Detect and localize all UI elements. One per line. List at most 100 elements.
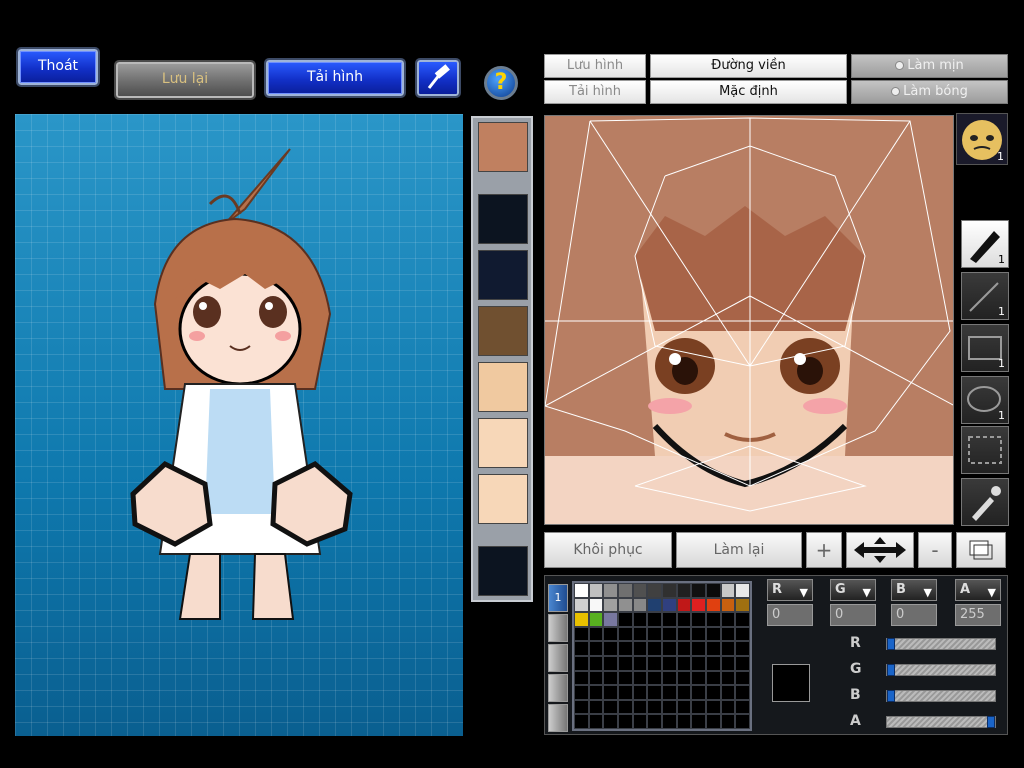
palette-tab-5[interactable] [548,704,568,732]
palette-swatch[interactable] [618,656,633,671]
palette-swatch[interactable] [618,597,633,613]
palette-swatch[interactable] [691,699,706,715]
palette-swatch[interactable] [691,656,706,671]
palette-swatch[interactable] [603,583,618,598]
hammer-tool-button[interactable] [415,58,461,98]
palette-swatch[interactable] [691,597,706,613]
palette-swatch[interactable] [647,699,662,715]
palette-swatch[interactable] [574,583,589,598]
palette-swatch[interactable] [647,670,662,686]
palette-swatch[interactable] [706,612,721,627]
palette-swatch[interactable] [588,641,604,656]
save-image-button[interactable]: Lưu hình [544,54,646,78]
palette-swatch[interactable] [574,685,589,700]
palette-swatch[interactable] [706,685,721,700]
palette-swatch[interactable] [632,670,648,686]
palette-swatch[interactable] [706,670,721,686]
palette-swatch[interactable] [676,685,692,700]
palette-swatch[interactable] [603,597,618,613]
palette-swatch[interactable] [662,670,677,686]
zoom-in-button[interactable]: + [806,532,842,568]
restore-button[interactable]: Khôi phục [544,532,672,568]
palette-swatch[interactable] [676,612,692,627]
slider-knob[interactable] [887,638,895,650]
palette-swatch[interactable] [735,612,750,627]
palette-swatch[interactable] [662,612,677,627]
palette-swatch[interactable] [618,714,633,729]
palette-swatch[interactable] [706,699,721,715]
palette-swatch[interactable] [632,626,648,642]
palette-swatch[interactable] [647,597,662,613]
green-channel-select[interactable]: G ▼ [830,579,876,601]
pixel-editor-canvas[interactable] [544,115,954,525]
palette-swatch[interactable] [603,699,618,715]
palette-swatch[interactable] [588,699,604,715]
palette-swatch[interactable] [676,597,692,613]
load-image-button[interactable]: Tải hình [264,58,406,98]
move-button[interactable] [846,532,914,568]
green-slider[interactable] [886,664,996,676]
palette-tab-4[interactable] [548,674,568,702]
shade-radio[interactable]: Làm bóng [851,80,1008,104]
color-palette-grid[interactable] [572,581,752,731]
slider-knob[interactable] [887,664,895,676]
palette-swatch[interactable] [735,714,750,729]
part-slot-empty[interactable] [478,194,528,244]
palette-swatch[interactable] [691,670,706,686]
palette-swatch[interactable] [662,597,677,613]
blue-value-field[interactable]: 0 [891,604,937,626]
palette-swatch[interactable] [588,597,604,613]
palette-swatch[interactable] [647,641,662,656]
palette-swatch[interactable] [574,656,589,671]
palette-swatch[interactable] [618,641,633,656]
palette-tab-3[interactable] [548,644,568,672]
palette-swatch[interactable] [632,641,648,656]
palette-swatch[interactable] [676,583,692,598]
palette-swatch[interactable] [632,612,648,627]
palette-swatch[interactable] [676,670,692,686]
palette-swatch[interactable] [632,656,648,671]
palette-swatch[interactable] [691,685,706,700]
palette-swatch[interactable] [588,583,604,598]
palette-swatch[interactable] [574,612,589,627]
palette-swatch[interactable] [647,685,662,700]
palette-swatch[interactable] [720,685,736,700]
palette-swatch[interactable] [676,714,692,729]
palette-swatch[interactable] [691,626,706,642]
save-button[interactable]: Lưu lại [114,60,256,100]
palette-swatch[interactable] [691,641,706,656]
palette-swatch[interactable] [647,626,662,642]
palette-swatch[interactable] [706,714,721,729]
palette-swatch[interactable] [588,714,604,729]
slider-knob[interactable] [987,716,995,728]
palette-swatch[interactable] [603,685,618,700]
slider-knob[interactable] [887,690,895,702]
palette-swatch[interactable] [720,583,736,598]
alpha-slider[interactable] [886,716,996,728]
palette-swatch[interactable] [632,699,648,715]
red-channel-select[interactable]: R ▼ [767,579,813,601]
palette-swatch[interactable] [603,714,618,729]
smooth-radio[interactable]: Làm mịn [851,54,1008,78]
palette-swatch[interactable] [647,714,662,729]
palette-swatch[interactable] [618,685,633,700]
part-slot-hair[interactable] [478,250,528,300]
palette-swatch[interactable] [706,583,721,598]
blue-channel-select[interactable]: B ▼ [891,579,937,601]
palette-swatch[interactable] [662,626,677,642]
rectangle-tool-button[interactable]: 1 [961,324,1009,372]
palette-swatch[interactable] [662,583,677,598]
part-slot-face-1[interactable] [478,362,528,412]
palette-swatch[interactable] [735,685,750,700]
palette-swatch[interactable] [706,656,721,671]
palette-swatch[interactable] [603,612,618,627]
palette-swatch[interactable] [676,699,692,715]
pen-tool-button[interactable]: 1 [961,220,1009,268]
palette-swatch[interactable] [691,583,706,598]
palette-swatch[interactable] [574,597,589,613]
selection-tool-button[interactable] [961,426,1009,474]
eyedropper-tool-button[interactable] [961,478,1009,526]
palette-swatch[interactable] [735,641,750,656]
palette-swatch[interactable] [603,626,618,642]
palette-swatch[interactable] [574,641,589,656]
